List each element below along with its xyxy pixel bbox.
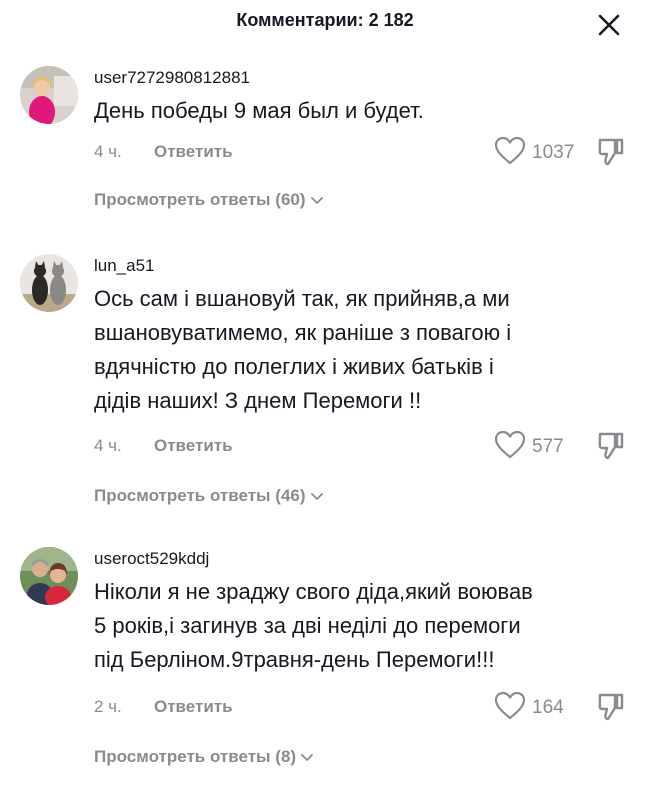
comment-text: Ось сам і вшановуй так, як прийняв,а ми … bbox=[94, 286, 512, 413]
username[interactable]: lun_a51 bbox=[94, 256, 155, 276]
like-count: 1037 bbox=[532, 142, 575, 163]
dislike-button[interactable] bbox=[596, 136, 626, 168]
comments-title: Комментарии: 2 182 bbox=[236, 10, 414, 30]
heart-icon bbox=[494, 430, 526, 459]
view-replies-button[interactable]: Просмотреть ответы (8) bbox=[94, 747, 314, 768]
heart-icon bbox=[494, 691, 526, 720]
comment-text: Ніколи я не зраджу свого діда,який воюва… bbox=[94, 579, 533, 672]
like-count: 577 bbox=[532, 436, 564, 457]
comment-time: 4 ч. bbox=[94, 436, 122, 455]
avatar[interactable] bbox=[20, 547, 78, 605]
heart-icon bbox=[494, 136, 526, 165]
like-button[interactable] bbox=[494, 136, 526, 166]
chevron-down-icon bbox=[310, 487, 324, 507]
reply-button[interactable]: Ответить bbox=[154, 436, 233, 456]
comment-item: useroct529kddj Ніколи я не зраджу свого … bbox=[0, 547, 650, 777]
comment-meta: 4 ч. Ответить 1037 bbox=[94, 136, 634, 166]
close-button[interactable] bbox=[594, 10, 624, 40]
comment-item: lun_a51 Ось сам і вшановуй так, як прийн… bbox=[0, 254, 650, 514]
like-button[interactable] bbox=[494, 691, 526, 721]
comment-item: user7272980812881 День победы 9 мая был … bbox=[0, 66, 650, 226]
chevron-down-icon bbox=[300, 748, 314, 768]
comments-header: Комментарии: 2 182 bbox=[0, 0, 650, 44]
view-replies-label: Просмотреть ответы (60) bbox=[94, 190, 306, 209]
comment-text: День победы 9 мая был и будет. bbox=[94, 98, 424, 123]
avatar[interactable] bbox=[20, 66, 78, 124]
view-replies-button[interactable]: Просмотреть ответы (60) bbox=[94, 190, 324, 211]
view-replies-label: Просмотреть ответы (8) bbox=[94, 747, 297, 766]
avatar[interactable] bbox=[20, 254, 78, 312]
reply-button[interactable]: Ответить bbox=[154, 142, 233, 162]
comment-time: 2 ч. bbox=[94, 697, 122, 716]
thumbs-down-icon bbox=[598, 693, 624, 721]
view-replies-button[interactable]: Просмотреть ответы (46) bbox=[94, 486, 324, 507]
comment-meta: 4 ч. Ответить 577 bbox=[94, 430, 634, 460]
like-count: 164 bbox=[532, 697, 564, 718]
chevron-down-icon bbox=[310, 191, 324, 211]
username[interactable]: user7272980812881 bbox=[94, 68, 250, 88]
comment-meta: 2 ч. Ответить 164 bbox=[94, 691, 634, 721]
close-icon bbox=[598, 14, 620, 36]
comment-time: 4 ч. bbox=[94, 142, 122, 161]
reply-button[interactable]: Ответить bbox=[154, 697, 233, 717]
dislike-button[interactable] bbox=[596, 430, 626, 462]
like-button[interactable] bbox=[494, 430, 526, 460]
view-replies-label: Просмотреть ответы (46) bbox=[94, 486, 306, 505]
thumbs-down-icon bbox=[598, 432, 624, 460]
username[interactable]: useroct529kddj bbox=[94, 549, 209, 569]
thumbs-down-icon bbox=[598, 138, 624, 166]
dislike-button[interactable] bbox=[596, 691, 626, 723]
